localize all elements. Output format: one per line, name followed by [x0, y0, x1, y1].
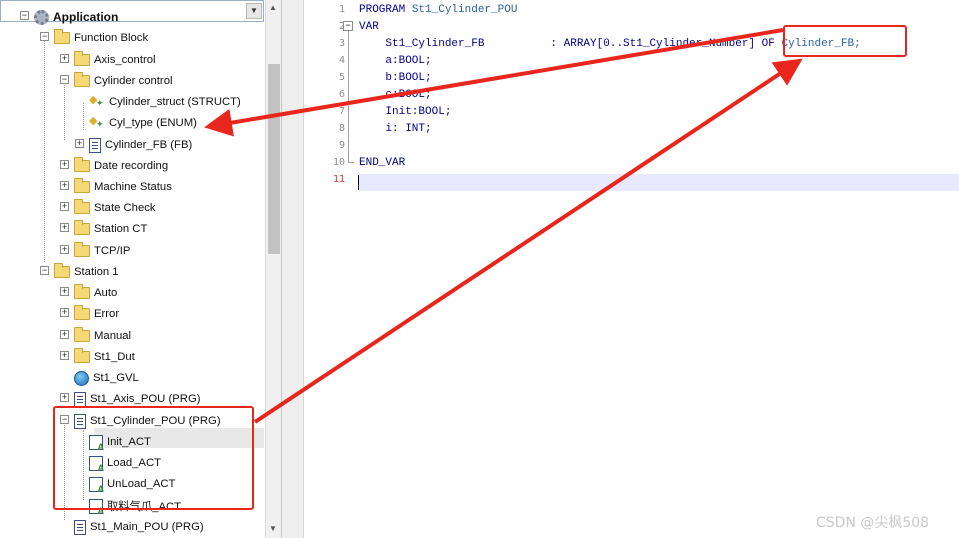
- arrow-to-type-declaration: [253, 58, 803, 424]
- annotation-arrows: [204, 28, 803, 424]
- arrow-to-cylinder-fb: [204, 28, 784, 137]
